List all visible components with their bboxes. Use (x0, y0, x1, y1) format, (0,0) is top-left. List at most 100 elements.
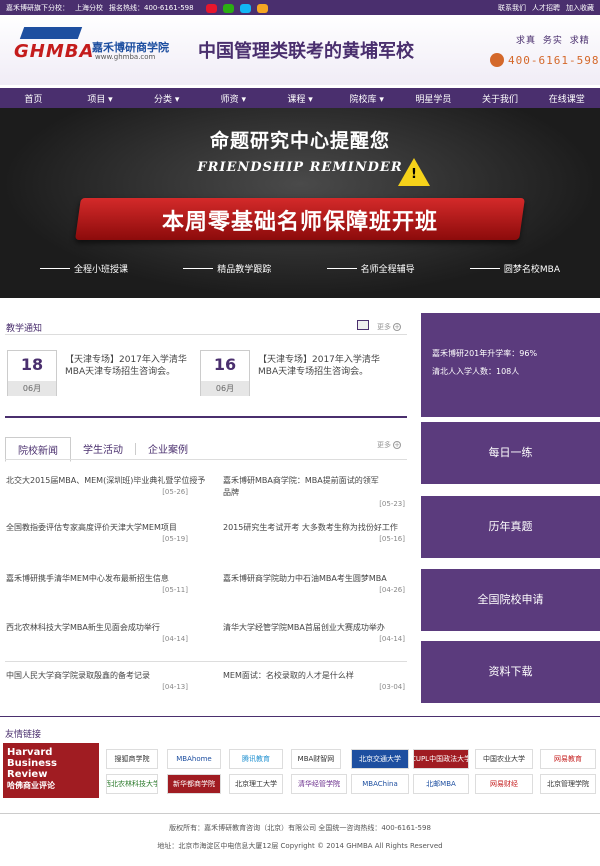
nav-schools[interactable]: 院校库 ▾ (333, 92, 400, 105)
divider (5, 334, 407, 335)
news-title[interactable]: 嘉禾博研商学院助力中石油MBA考生圆梦MBA (223, 573, 423, 585)
section-divider (0, 716, 600, 717)
top-bar: 嘉禾博研旗下分校： 上海分校 报名热线：400-6161-598 联系我们 人才… (0, 0, 600, 15)
news-date: [04-14] (379, 635, 405, 643)
divider (5, 661, 407, 662)
hbr-line: Business (7, 758, 57, 769)
phone-number: 400-6161-598 (508, 53, 600, 67)
notice-day: 18 (20, 355, 44, 374)
partner-link-sohu[interactable]: 搜狐商学院 (106, 749, 158, 769)
news-item[interactable]: 清华大学经管学院MBA首届创业大赛成功举办 [04-14] (223, 622, 423, 643)
partner-link-mbahome[interactable]: MBAhome (167, 749, 221, 769)
partner-link-qq-edu[interactable]: 腾讯教育 (229, 749, 283, 769)
feature-item: 名师全程辅导 (327, 262, 415, 275)
news-item[interactable]: 嘉禾博研MBA商学院：MBA提前面试的领军品牌 [05-23] (223, 475, 423, 508)
site-header: GHMBA 嘉禾博研商学院 www.ghmba.com 中国管理类联考的黄埔军校… (0, 15, 600, 85)
bookmark-link[interactable]: 加入收藏 (566, 3, 594, 13)
news-title[interactable]: 西北农林科技大学MBA新生见面会成功举行 (6, 622, 206, 634)
news-item[interactable]: 中国人民大学商学院录取殷鑫的备考记录 [04-13] (6, 670, 206, 691)
notices-more-link[interactable]: 更多 + (377, 322, 401, 332)
feature-item: 全程小班授课 (40, 262, 128, 275)
news-date: [03-04] (379, 683, 405, 691)
notice-date: 18 06月 (7, 350, 57, 396)
partner-link-bupt-mba[interactable]: 北邮MBA (413, 774, 469, 794)
nav-about[interactable]: 关于我们 (467, 92, 534, 105)
news-title[interactable]: 中国人民大学商学院录取殷鑫的备考记录 (6, 670, 206, 682)
banner-subtitle: FRIENDSHIP REMINDER (197, 160, 403, 175)
notice-date: 16 06月 (200, 350, 250, 396)
hero-banner[interactable]: 命题研究中心提醒您 FRIENDSHIP REMINDER ! 本周零基础名师保… (0, 108, 600, 298)
partner-link-bjtu[interactable]: 北京交通大学 (351, 749, 409, 769)
news-item[interactable]: 2015研究生考试开考 大多数考生称为找份好工作 [05-16] (223, 522, 423, 543)
news-item[interactable]: 北交大2015届MBA、MEM(深圳班)毕业典礼暨学位授予 [05-26] (6, 475, 206, 496)
news-item[interactable]: 嘉禾博研商学院助力中石油MBA考生圆梦MBA [04-26] (223, 573, 423, 594)
news-date: [05-26] (162, 488, 188, 496)
daily-practice-button[interactable]: 每日一练 (421, 422, 600, 484)
stat-count: 清北人入学人数：108人 (432, 367, 520, 376)
news-title[interactable]: 北交大2015届MBA、MEM(深圳班)毕业典礼暨学位授予 (6, 475, 206, 487)
news-item[interactable]: 西北农林科技大学MBA新生见面会成功举行 [04-14] (6, 622, 206, 643)
nav-categories[interactable]: 分类 ▾ (133, 92, 200, 105)
feature-item: 精品教学跟踪 (183, 262, 271, 275)
more-label: 更多 (377, 441, 391, 449)
nav-courses[interactable]: 课程 ▾ (267, 92, 334, 105)
partner-link-163-edu[interactable]: 网易教育 (540, 749, 596, 769)
notice-item[interactable]: 18 06月 【天津专场】2017年入学清华MBA天津专场招生咨询会。 (7, 350, 197, 400)
notices-title: 教学通知 (6, 324, 43, 334)
weibo-icon[interactable] (205, 3, 217, 13)
nav-faculty[interactable]: 师资 ▾ (200, 92, 267, 105)
site-logo[interactable]: GHMBA (14, 27, 93, 65)
partner-link-163-money[interactable]: 网易财经 (475, 774, 533, 794)
main-nav: 首页 项目 ▾ 分类 ▾ 师资 ▾ 课程 ▾ 院校库 ▾ 明星学员 关于我们 在… (0, 88, 600, 108)
calendar-icon[interactable] (357, 320, 369, 330)
stat-rate: 嘉禾博研201年升学率：96% (432, 349, 538, 358)
news-item[interactable]: 嘉禾博研携手清华MEM中心发布最新招生信息 [05-11] (6, 573, 206, 594)
news-title[interactable]: 清华大学经管学院MBA首届创业大赛成功举办 (223, 622, 423, 634)
partner-link-nwsuaf[interactable]: 西北农林科技大学 (106, 774, 158, 794)
news-more-link[interactable]: 更多 + (377, 440, 401, 450)
school-application-button[interactable]: 全国院校申请 (421, 569, 600, 631)
partner-link-bit[interactable]: 北京理工大学 (229, 774, 283, 794)
graduation-cap-icon (19, 27, 83, 39)
partner-link-cupl[interactable]: CUPL中国政法大学 (413, 749, 469, 769)
news-title[interactable]: 2015研究生考试开考 大多数考生称为找份好工作 (223, 522, 423, 534)
news-title[interactable]: MEM面试：名校录取的人才是什么样 (223, 670, 423, 682)
careers-link[interactable]: 人才招聘 (532, 3, 560, 13)
nav-online-class[interactable]: 在线课堂 (533, 92, 600, 105)
renren-icon[interactable] (256, 3, 268, 13)
stats-panel: 嘉禾博研201年升学率：96% 清北人入学人数：108人 (421, 313, 600, 417)
nav-home[interactable]: 首页 (0, 92, 67, 105)
news-title[interactable]: 嘉禾博研MBA商学院：MBA提前面试的领军品牌 (223, 475, 383, 499)
more-label: 更多 (377, 323, 391, 331)
partner-link-cau[interactable]: 中国农业大学 (475, 749, 533, 769)
brand-url: www.ghmba.com (95, 53, 156, 61)
notice-item[interactable]: 16 06月 【天津专场】2017年入学清华MBA天津专场招生咨询会。 (200, 350, 390, 400)
partner-link-bj-mgmt[interactable]: 北京管理学院 (540, 774, 596, 794)
notice-text[interactable]: 【天津专场】2017年入学清华MBA天津专场招生咨询会。 (65, 354, 195, 378)
partner-link-mbachina[interactable]: MBAChina (351, 774, 409, 794)
news-item[interactable]: MEM面试：名校录取的人才是什么样 [03-04] (223, 670, 423, 691)
partner-link-tsinghua-sem[interactable]: 清华经管学院 (291, 774, 347, 794)
org-label: 嘉禾博研旗下分校： (6, 4, 69, 12)
branch-link[interactable]: 上海分校 (75, 3, 103, 13)
partner-link-mba-caizhi[interactable]: MBA财智网 (291, 749, 341, 769)
partner-link-xhd[interactable]: 新华都商学院 (167, 774, 221, 794)
nav-programs[interactable]: 项目 ▾ (67, 92, 134, 105)
wechat-icon[interactable] (222, 3, 234, 13)
contact-us-link[interactable]: 联系我们 (498, 3, 526, 13)
news-date: [04-26] (379, 586, 405, 594)
downloads-button[interactable]: 资料下载 (421, 641, 600, 703)
news-item[interactable]: 全国教指委评估专家高度评价天津大学MEM项目 [05-19] (6, 522, 206, 543)
qq-icon[interactable] (239, 3, 251, 13)
phone-icon (490, 53, 504, 67)
hbr-logo[interactable]: Harvard Business Review 哈佛商业评论 (3, 743, 99, 798)
past-exams-button[interactable]: 历年真题 (421, 496, 600, 558)
news-title[interactable]: 全国教指委评估专家高度评价天津大学MEM项目 (6, 522, 206, 534)
news-date: [05-23] (379, 500, 405, 508)
section-divider (5, 416, 407, 418)
top-bar-left: 嘉禾博研旗下分校： 上海分校 报名热线：400-6161-598 (6, 3, 268, 13)
banner-headline: 本周零基础名师保障班开班 (161, 210, 438, 235)
nav-star-students[interactable]: 明星学员 (400, 92, 467, 105)
notice-text[interactable]: 【天津专场】2017年入学清华MBA天津专场招生咨询会。 (258, 354, 388, 378)
news-title[interactable]: 嘉禾博研携手清华MEM中心发布最新招生信息 (6, 573, 206, 585)
